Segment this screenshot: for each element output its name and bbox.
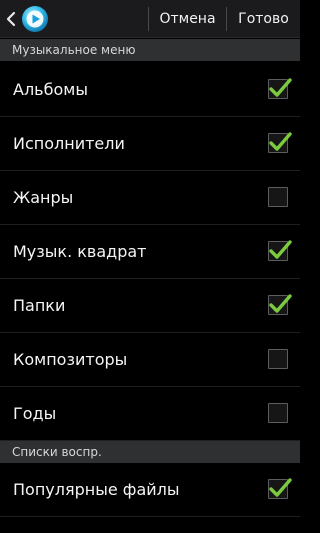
checkbox[interactable] <box>268 240 292 261</box>
checkmark-icon <box>269 478 292 497</box>
checkbox[interactable] <box>268 78 292 99</box>
done-button[interactable]: Готово <box>227 0 300 38</box>
list-item[interactable]: Исполнители <box>0 117 300 171</box>
list-item[interactable]: Годы <box>0 387 300 441</box>
list-item[interactable]: Популярные файлы <box>0 463 300 517</box>
list-item[interactable]: Музык. квадрат <box>0 225 300 279</box>
list-item-label: Популярные файлы <box>13 480 180 499</box>
checkbox[interactable] <box>268 187 288 207</box>
action-bar: Отмена Готово <box>0 0 300 38</box>
list-item-label: Композиторы <box>13 350 128 369</box>
checkmark-icon <box>269 132 292 151</box>
chevron-left-icon <box>6 11 16 27</box>
section-header-playlists: Списки воспр. <box>0 441 300 463</box>
section-header-music-menu: Музыкальное меню <box>0 39 300 61</box>
list-item-label: Папки <box>13 296 66 315</box>
checkbox[interactable] <box>268 349 288 369</box>
list-item[interactable]: Папки <box>0 279 300 333</box>
list-item-label: Музык. квадрат <box>13 242 147 261</box>
checkbox[interactable] <box>268 478 292 499</box>
checkbox[interactable] <box>268 132 292 153</box>
list-item-label: Жанры <box>13 188 74 207</box>
checkbox[interactable] <box>268 294 292 315</box>
cancel-button[interactable]: Отмена <box>149 0 226 38</box>
list-item[interactable]: Жанры <box>0 171 300 225</box>
checkbox[interactable] <box>268 403 288 423</box>
up-button[interactable] <box>0 0 60 38</box>
list-item[interactable]: Композиторы <box>0 333 300 387</box>
list-item-label: Альбомы <box>13 80 88 99</box>
list-item-label: Годы <box>13 404 57 423</box>
checkmark-icon <box>269 240 292 259</box>
list-item[interactable]: Альбомы <box>0 63 300 117</box>
checkmark-icon <box>269 78 292 97</box>
music-player-icon <box>22 6 48 32</box>
checkmark-icon <box>269 294 292 313</box>
list-item-label: Исполнители <box>13 134 125 153</box>
